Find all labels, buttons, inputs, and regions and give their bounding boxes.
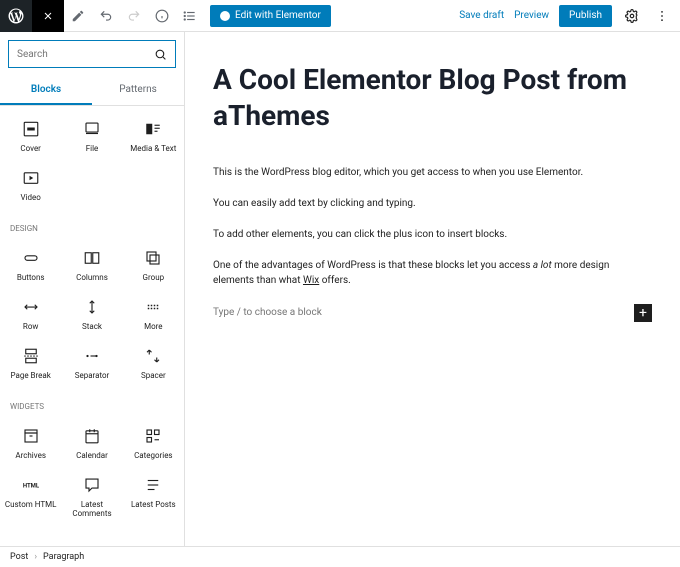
block-label: Page Break <box>10 371 50 380</box>
paragraph-block[interactable]: You can easily add text by clicking and … <box>213 196 652 211</box>
file-icon <box>83 120 101 138</box>
block-buttons[interactable]: Buttons <box>0 241 61 290</box>
edit-with-elementor-button[interactable]: Edit with Elementor <box>210 5 331 27</box>
section-heading: WIDGETS <box>0 394 184 413</box>
publish-button[interactable]: Publish <box>559 5 612 27</box>
inserter-tabs: Blocks Patterns <box>0 76 184 106</box>
edit-with-elementor-label: Edit with Elementor <box>235 10 321 21</box>
elementor-icon <box>220 11 230 21</box>
outline-button[interactable] <box>176 0 204 32</box>
post-title[interactable]: A Cool Elementor Blog Post from aThemes <box>213 62 652 135</box>
html-icon: HTML <box>22 476 40 494</box>
redo-button[interactable] <box>120 0 148 32</box>
block-label: Latest Posts <box>131 500 176 509</box>
block-label: Calendar <box>76 451 108 460</box>
paragraph-block[interactable]: To add other elements, you can click the… <box>213 227 652 242</box>
block-video[interactable]: Video <box>0 161 61 210</box>
stack-icon <box>83 298 101 316</box>
close-inserter-button[interactable] <box>32 0 64 32</box>
block-label: Archives <box>15 451 46 460</box>
block-label: Row <box>23 322 39 331</box>
block-label: Columns <box>76 273 108 282</box>
undo-button[interactable] <box>92 0 120 32</box>
editor-canvas[interactable]: A Cool Elementor Blog Post from aThemes … <box>185 32 680 546</box>
columns-icon <box>83 249 101 267</box>
block-more[interactable]: More <box>123 290 184 339</box>
block-html[interactable]: HTML Custom HTML <box>0 468 61 526</box>
block-label: Cover <box>20 144 41 153</box>
block-label: Spacer <box>141 371 166 380</box>
search-icon <box>154 48 167 61</box>
posts-icon <box>144 476 162 494</box>
block-columns[interactable]: Columns <box>61 241 122 290</box>
block-label: Group <box>143 273 165 282</box>
preview-button[interactable]: Preview <box>514 10 549 21</box>
block-categories[interactable]: Categories <box>123 419 184 468</box>
section-heading: DESIGN <box>0 216 184 235</box>
block-file[interactable]: File <box>61 112 122 161</box>
block-inserter-sidebar: Blocks Patterns Cover File Media & Text Vid… <box>0 32 185 546</box>
separator-icon <box>83 347 101 365</box>
block-label: Custom HTML <box>5 500 57 509</box>
block-label: Latest Comments <box>63 500 120 518</box>
block-label: Buttons <box>17 273 45 282</box>
page-break-icon <box>22 347 40 365</box>
block-separator[interactable]: Separator <box>61 339 122 388</box>
cover-icon <box>22 120 40 138</box>
categories-icon <box>144 427 162 445</box>
media-text-icon <box>144 120 162 138</box>
block-archives[interactable]: Archives <box>0 419 61 468</box>
tab-patterns[interactable]: Patterns <box>92 76 184 105</box>
paragraph-block[interactable]: One of the advantages of WordPress is th… <box>213 258 652 288</box>
settings-button[interactable] <box>622 6 642 26</box>
more-icon <box>144 298 162 316</box>
paragraph-block[interactable]: This is the WordPress blog editor, which… <box>213 165 652 180</box>
group-icon <box>144 249 162 267</box>
block-label: Media & Text <box>130 144 176 153</box>
row-icon <box>22 298 40 316</box>
block-stack[interactable]: Stack <box>61 290 122 339</box>
block-label: Categories <box>134 451 173 460</box>
block-label: File <box>86 144 99 153</box>
svg-text:HTML: HTML <box>22 482 39 489</box>
calendar-icon <box>83 427 101 445</box>
chevron-right-icon: › <box>34 552 37 562</box>
wordpress-logo[interactable] <box>0 0 32 32</box>
block-search-input[interactable] <box>8 40 176 68</box>
block-comments[interactable]: Latest Comments <box>61 468 122 526</box>
top-toolbar: Edit with Elementor Save draft Preview P… <box>0 0 680 32</box>
video-icon <box>22 169 40 187</box>
block-spacer[interactable]: Spacer <box>123 339 184 388</box>
block-page-break[interactable]: Page Break <box>0 339 61 388</box>
block-breadcrumb: Post › Paragraph <box>0 546 680 567</box>
block-appender[interactable]: Type / to choose a block <box>213 307 634 318</box>
options-button[interactable] <box>652 6 672 26</box>
block-label: More <box>144 322 162 331</box>
save-draft-button[interactable]: Save draft <box>459 10 504 21</box>
block-label: Stack <box>82 322 102 331</box>
edit-tool-icon[interactable] <box>64 0 92 32</box>
block-cover[interactable]: Cover <box>0 112 61 161</box>
block-row[interactable]: Row <box>0 290 61 339</box>
buttons-icon <box>22 249 40 267</box>
block-posts[interactable]: Latest Posts <box>123 468 184 526</box>
spacer-icon <box>144 347 162 365</box>
block-label: Video <box>20 193 40 202</box>
breadcrumb-root[interactable]: Post <box>10 552 28 562</box>
details-button[interactable] <box>148 0 176 32</box>
archives-icon <box>22 427 40 445</box>
tab-blocks[interactable]: Blocks <box>0 76 92 105</box>
block-label: Separator <box>75 371 110 380</box>
block-media-text[interactable]: Media & Text <box>123 112 184 161</box>
block-group[interactable]: Group <box>123 241 184 290</box>
block-calendar[interactable]: Calendar <box>61 419 122 468</box>
search-field[interactable] <box>17 49 154 60</box>
comments-icon <box>83 476 101 494</box>
add-block-button[interactable]: + <box>634 304 652 322</box>
breadcrumb-current[interactable]: Paragraph <box>43 552 84 562</box>
